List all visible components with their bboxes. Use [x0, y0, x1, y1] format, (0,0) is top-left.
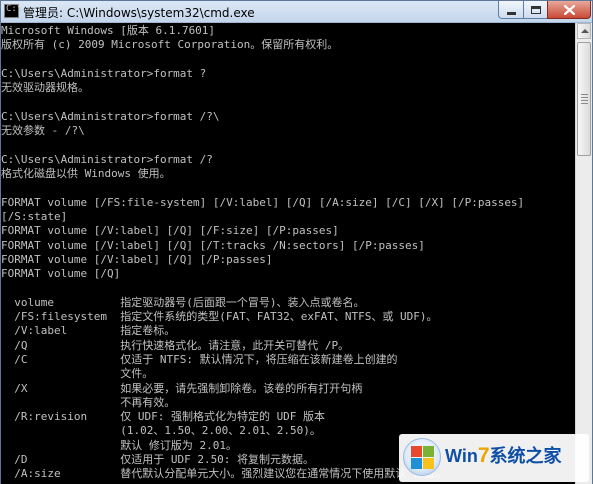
console-line: /V:label 指定卷标。: [1, 324, 176, 338]
grip-line: [581, 103, 588, 104]
watermark-text: Win7系统之家: [445, 442, 562, 468]
site-watermark: Win7系统之家: [399, 434, 589, 482]
console-line: /A:size 替代默认分配单元大小。强烈建议您在通常情况下使用默认 设置。: [1, 467, 446, 481]
console-line: C:\Users\Administrator>format /?: [1, 152, 213, 166]
windows-logo-icon: [403, 438, 441, 476]
scrollbar-thumb[interactable]: [577, 42, 591, 156]
brand-win: Win: [445, 446, 478, 466]
console-line: FORMAT volume [/Q]: [1, 267, 121, 281]
console-line: (1.02、1.50、2.00、2.01、2.50)。: [1, 424, 321, 438]
grip-line: [581, 100, 588, 101]
console-line: /X 如果必要，请先强制卸除卷。该卷的所有打开句柄: [1, 381, 363, 395]
vertical-scrollbar[interactable]: [575, 23, 592, 484]
scroll-up-arrow-icon[interactable]: [577, 23, 591, 39]
console-line: Microsoft Windows [版本 6.1.7601]: [1, 24, 216, 37]
console-line: FORMAT volume [/V:label] [/Q] [/P:passes…: [1, 252, 273, 266]
console-line: C:\Users\Administrator>format ?: [1, 66, 207, 80]
console-line: /Q 执行快速格式化。请注意，此开关可替代 /P。: [1, 338, 350, 352]
grip-line: [581, 97, 588, 98]
console-line: 版权所有 (c) 2009 Microsoft Corporation。保留所有…: [1, 38, 339, 52]
console-line: C:\Users\Administrator>format /?\: [1, 109, 220, 123]
brand-seven: 7: [477, 444, 490, 467]
console-line: 文件。: [1, 367, 154, 381]
logo-tile: [423, 458, 434, 469]
console-line: /D 仅适用于 UDF 2.50: 将复制元数据。: [1, 453, 315, 466]
console-line: /R:revision 仅 UDF: 强制格式化为特定的 UDF 版本: [1, 410, 326, 424]
close-icon: [563, 4, 575, 15]
console-line: 格式化磁盘以供 Windows 使用。: [1, 167, 171, 180]
logo-tile: [411, 458, 422, 469]
minimize-button[interactable]: [498, 1, 524, 19]
console-line: 无效参数 - /?\: [1, 124, 85, 138]
cmd-icon[interactable]: C:\: [4, 4, 22, 18]
cmd-window: C:\ 管理员: C:\Windows\system32\cmd.exe Mic…: [0, 0, 593, 484]
console-line: 不再有效。: [1, 395, 176, 409]
logo-tile: [411, 446, 422, 457]
logo-tile: [423, 446, 434, 457]
console-line: FORMAT volume [/V:label] [/Q] [/F:size] …: [1, 224, 339, 238]
console-line: FORMAT volume [/FS:file-system] [/V:labe…: [1, 195, 525, 209]
title-bar[interactable]: C:\ 管理员: C:\Windows\system32\cmd.exe: [1, 1, 592, 23]
console-line: /FS:filesystem 指定文件系统的类型(FAT、FAT32、exFAT…: [1, 310, 438, 323]
console-line: 默认 修订版为 2.01。: [1, 438, 237, 452]
maximize-icon: [530, 5, 541, 14]
close-button[interactable]: [547, 1, 591, 19]
grip-line: [581, 94, 588, 95]
maximize-button[interactable]: [523, 1, 548, 19]
console-line: FORMAT volume [/V:label] [/Q] [/T:tracks…: [1, 238, 425, 252]
console-line: [/S:state]: [1, 209, 68, 223]
window-title: 管理员: C:\Windows\system32\cmd.exe: [23, 6, 255, 20]
console-line: volume 指定驱动器号(后面跟一个冒号)、装入点或卷名。: [1, 295, 365, 309]
console-line: 无效驱动器规格。: [1, 81, 89, 95]
console-output[interactable]: Microsoft Windows [版本 6.1.7601] 版权所有 (c) …: [1, 23, 575, 484]
brand-chinese: 系统之家: [489, 446, 562, 467]
minimize-icon: [506, 11, 516, 15]
console-line: /C 仅适于 NTFS: 默认情况下，将压缩在该新建卷上创建的: [1, 352, 398, 366]
